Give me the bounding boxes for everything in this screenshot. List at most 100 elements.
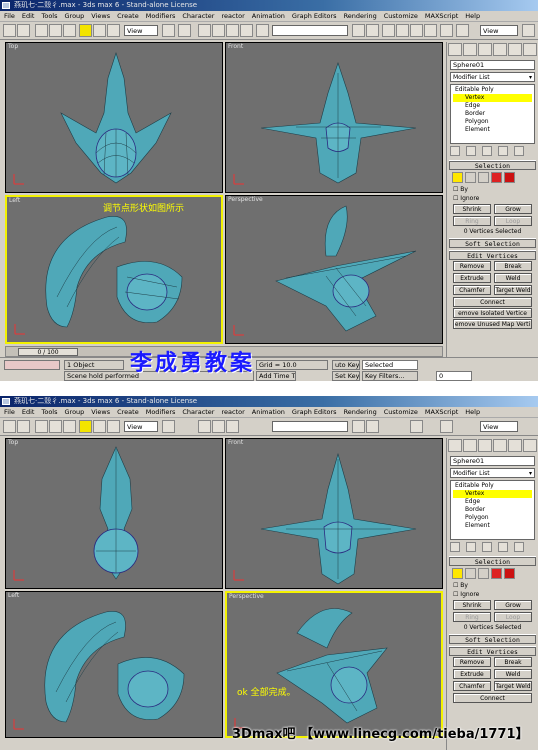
edge-icon[interactable]	[465, 568, 476, 579]
ignore-backfacing-checkbox[interactable]: ☐ Ignore	[449, 194, 536, 203]
modifier-list-dropdown[interactable]: Modifier List	[450, 468, 535, 478]
menu-item-maxscript[interactable]: MAXScript	[425, 11, 458, 21]
select-rotate-icon[interactable]	[93, 24, 106, 37]
viewport-perspective[interactable]: Perspective ok 全部完成。	[225, 591, 443, 738]
modify-tab-icon[interactable]	[463, 439, 477, 452]
redo-icon[interactable]	[17, 24, 30, 37]
make-unique-icon[interactable]	[482, 542, 492, 552]
pivot-icon[interactable]	[162, 420, 175, 433]
soft-selection-header[interactable]: Soft Selection	[449, 239, 536, 248]
menu-item-file[interactable]: File	[4, 407, 15, 417]
stack-item-element[interactable]: Element	[453, 126, 532, 134]
quick-render-icon[interactable]	[440, 420, 453, 433]
angle-snap-icon[interactable]	[212, 420, 225, 433]
element-icon[interactable]	[504, 172, 515, 183]
menu-item-reactor[interactable]: reactor	[221, 407, 244, 417]
grow-button[interactable]: Grow	[494, 600, 532, 610]
percent-snap-icon[interactable]	[226, 420, 239, 433]
snap-toggle-icon[interactable]	[198, 24, 211, 37]
curve-editor-icon[interactable]	[382, 24, 395, 37]
remove-isolated-button[interactable]: emove Isolated Vertice	[453, 308, 532, 318]
viewport-top[interactable]: Top	[5, 438, 223, 589]
hierarchy-tab-icon[interactable]	[478, 439, 492, 452]
motion-tab-icon[interactable]	[493, 439, 507, 452]
remove-button[interactable]: Remove	[453, 657, 491, 667]
time-slider[interactable]: 0 / 100	[18, 348, 78, 356]
selection-rollout-header[interactable]: Selection	[449, 557, 536, 566]
stack-item-edge[interactable]: Edge	[453, 102, 532, 110]
material-editor-icon[interactable]	[410, 420, 423, 433]
target-weld-button[interactable]: Target Weld	[494, 285, 532, 295]
extrude-button[interactable]: Extrude	[453, 669, 491, 679]
hierarchy-tab-icon[interactable]	[478, 43, 492, 56]
connect-button[interactable]: Connect	[453, 693, 532, 703]
border-icon[interactable]	[478, 568, 489, 579]
set-key-button[interactable]: Set Key	[332, 371, 360, 381]
menu-item-graph-editors[interactable]: Graph Editors	[292, 407, 337, 417]
menu-item-group[interactable]: Group	[65, 407, 85, 417]
stack-item-element[interactable]: Element	[453, 522, 532, 530]
shrink-button[interactable]: Shrink	[453, 204, 491, 214]
reference-coord-dropdown[interactable]: View	[124, 421, 158, 432]
remove-unused-map-button[interactable]: emove Unused Map Verti	[453, 319, 532, 329]
stack-item-edge[interactable]: Edge	[453, 498, 532, 506]
menu-item-animation[interactable]: Animation	[252, 407, 285, 417]
weld-button[interactable]: Weld	[494, 669, 532, 679]
weld-button[interactable]: Weld	[494, 273, 532, 283]
by-vertex-checkbox[interactable]: ☐ By	[449, 581, 536, 590]
pivot-icon[interactable]	[162, 24, 175, 37]
viewport-top[interactable]: Top	[5, 42, 223, 193]
polygon-icon[interactable]	[491, 172, 502, 183]
schematic-view-icon[interactable]	[396, 24, 409, 37]
menu-item-tools[interactable]: Tools	[41, 11, 57, 21]
menu-item-edit[interactable]: Edit	[22, 407, 35, 417]
break-button[interactable]: Break	[494, 657, 532, 667]
menu-item-maxscript[interactable]: MAXScript	[425, 407, 458, 417]
by-vertex-checkbox[interactable]: ☐ By	[449, 185, 536, 194]
pin-stack-icon[interactable]	[450, 542, 460, 552]
render-last-icon[interactable]	[522, 24, 535, 37]
edge-icon[interactable]	[465, 172, 476, 183]
configure-sets-icon[interactable]	[514, 146, 524, 156]
material-editor-icon[interactable]	[410, 24, 423, 37]
render-type-icon[interactable]	[456, 24, 469, 37]
viewport-left[interactable]: Left	[5, 591, 223, 738]
viewport-front[interactable]: Front	[225, 438, 443, 589]
select-object-icon[interactable]	[63, 24, 76, 37]
align-icon[interactable]	[366, 24, 379, 37]
grow-button[interactable]: Grow	[494, 204, 532, 214]
select-rotate-icon[interactable]	[93, 420, 106, 433]
ring-button[interactable]: Ring	[453, 216, 491, 226]
select-object-icon[interactable]	[63, 420, 76, 433]
create-tab-icon[interactable]	[448, 439, 462, 452]
snap-toggle-icon[interactable]	[198, 420, 211, 433]
chamfer-button[interactable]: Chamfer	[453, 681, 491, 691]
link-icon[interactable]	[35, 24, 48, 37]
viewport-front[interactable]: Front	[225, 42, 443, 193]
break-button[interactable]: Break	[494, 261, 532, 271]
unlink-icon[interactable]	[49, 420, 62, 433]
add-time-tag[interactable]: Add Time Tag	[256, 371, 296, 381]
menu-item-reactor[interactable]: reactor	[221, 11, 244, 21]
menu-item-views[interactable]: Views	[91, 11, 110, 21]
menu-item-create[interactable]: Create	[117, 11, 139, 21]
ignore-backfacing-checkbox[interactable]: ☐ Ignore	[449, 590, 536, 599]
angle-snap-icon[interactable]	[212, 24, 225, 37]
chamfer-button[interactable]: Chamfer	[453, 285, 491, 295]
menu-item-rendering[interactable]: Rendering	[344, 407, 377, 417]
current-frame-field[interactable]: 0	[436, 371, 472, 381]
show-end-result-icon[interactable]	[466, 146, 476, 156]
stack-item-vertex[interactable]: Vertex	[453, 490, 532, 498]
menu-item-edit[interactable]: Edit	[22, 11, 35, 21]
pin-stack-icon[interactable]	[450, 146, 460, 156]
menu-item-views[interactable]: Views	[91, 407, 110, 417]
redo-icon[interactable]	[17, 420, 30, 433]
render-scene-icon[interactable]	[424, 24, 437, 37]
menu-item-customize[interactable]: Customize	[384, 11, 418, 21]
undo-icon[interactable]	[3, 24, 16, 37]
vertex-icon[interactable]	[452, 172, 463, 183]
object-name-field[interactable]: Sphere01	[450, 60, 535, 70]
percent-snap-icon[interactable]	[226, 24, 239, 37]
extrude-button[interactable]: Extrude	[453, 273, 491, 283]
select-manipulate-icon[interactable]	[178, 24, 191, 37]
